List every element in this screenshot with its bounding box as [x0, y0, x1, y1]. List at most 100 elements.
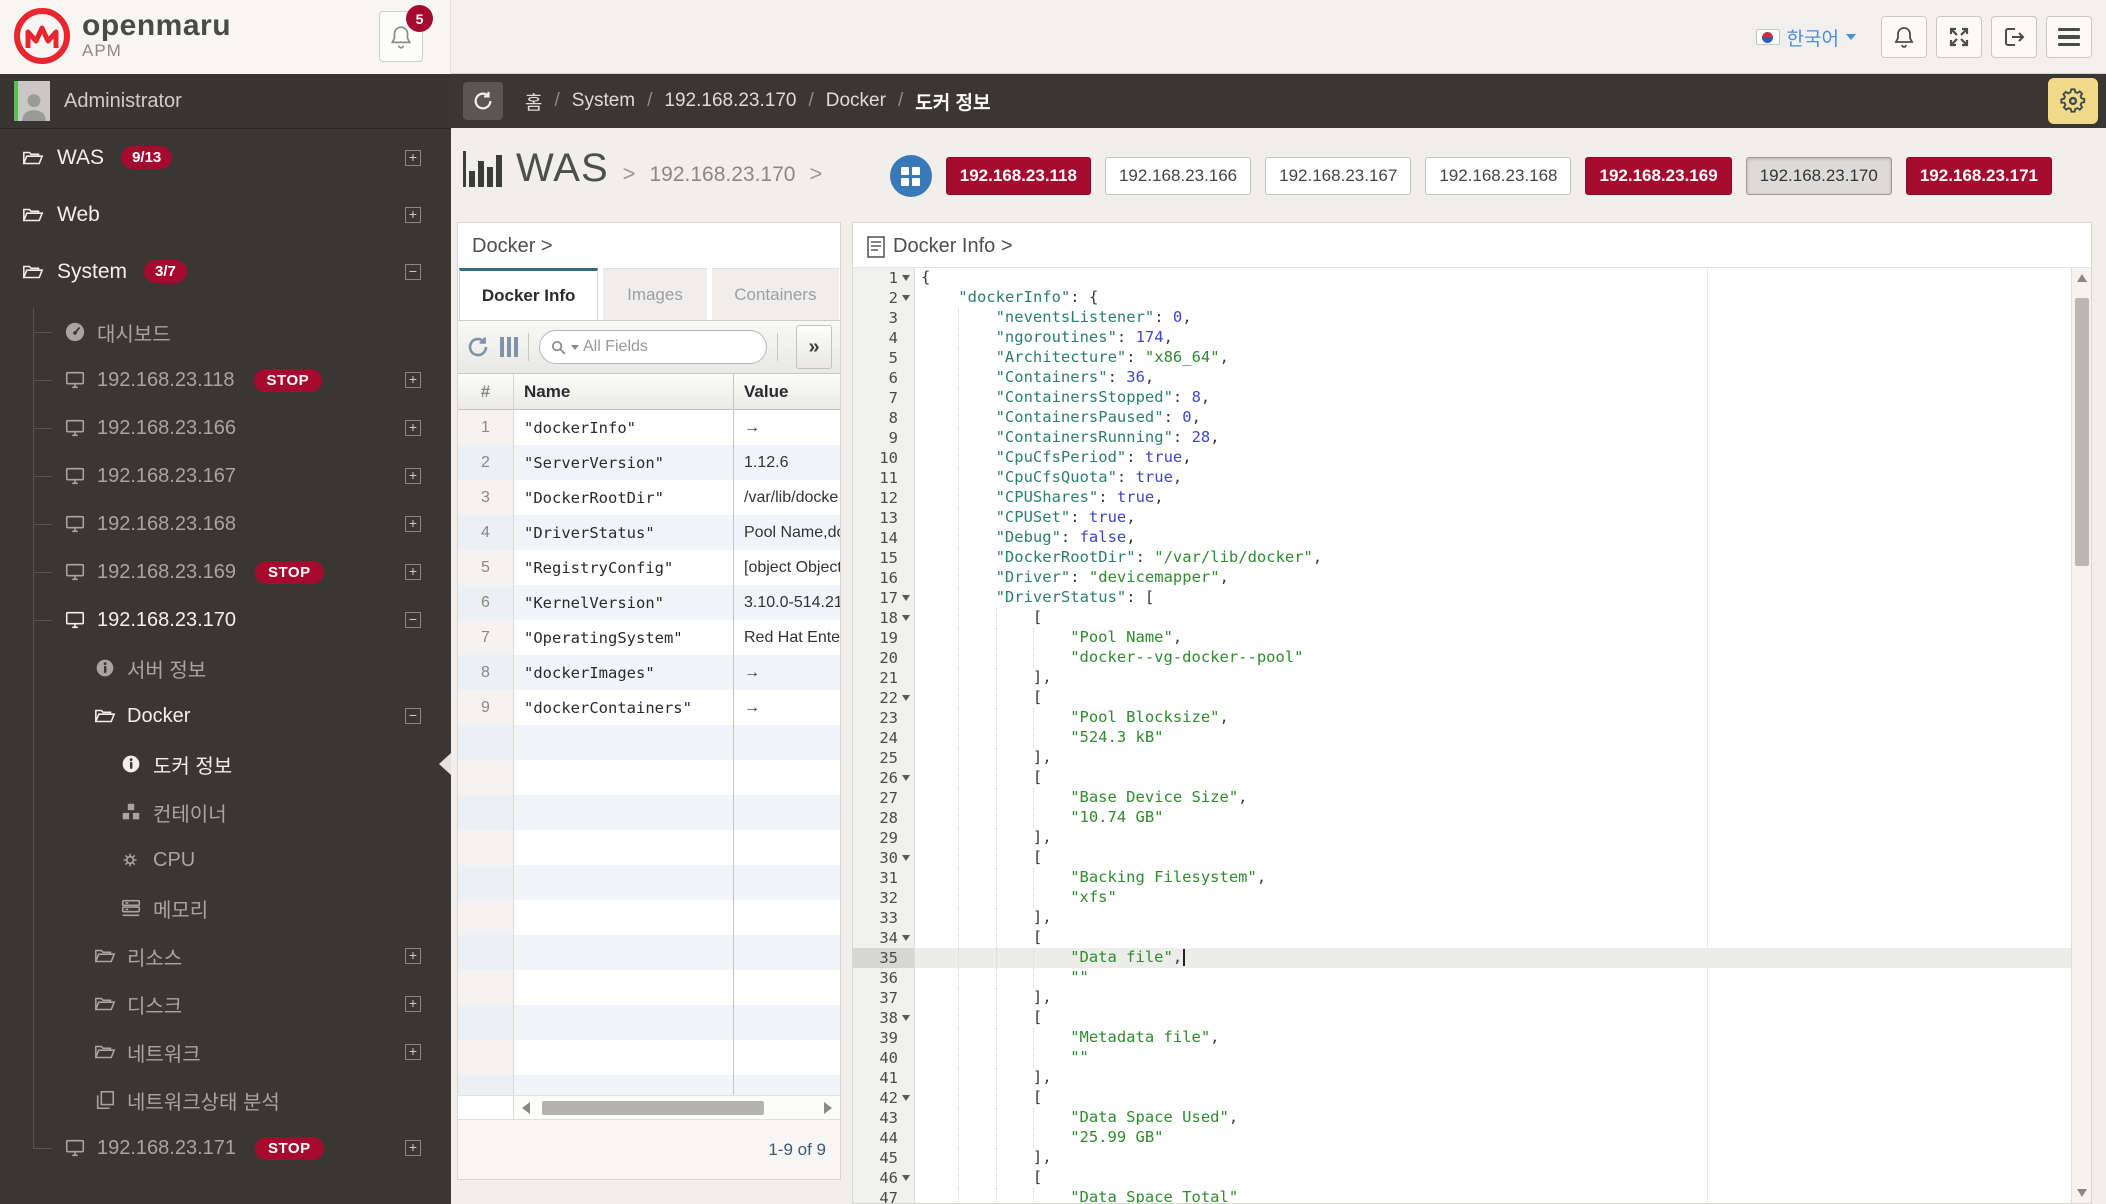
fold-arrow-icon[interactable]: [898, 1175, 914, 1181]
sidebar-item-was[interactable]: WAS 9/13 +: [0, 129, 451, 186]
sidebar-item-192.168.23.168[interactable]: 192.168.23.168 +: [0, 500, 451, 548]
fullscreen-button[interactable]: [1936, 16, 1982, 58]
code-line[interactable]: "xfs": [915, 888, 2071, 908]
fold-arrow-icon[interactable]: [898, 595, 914, 601]
scroll-up-icon[interactable]: [2077, 274, 2087, 282]
sidebar-item-192.168.23.171[interactable]: 192.168.23.171 STOP +: [0, 1124, 451, 1172]
code-line[interactable]: [: [915, 688, 2071, 708]
language-selector[interactable]: 한국어: [1755, 24, 1856, 51]
code-line[interactable]: "ContainersStopped": 8,: [915, 388, 2071, 408]
code-line[interactable]: "Base Device Size",: [915, 788, 2071, 808]
collapse-minus-icon[interactable]: −: [405, 263, 421, 280]
scroll-right-icon[interactable]: [824, 1101, 832, 1114]
server-button-192.168.23.169[interactable]: 192.168.23.169: [1585, 157, 1732, 195]
sidebar-item-192.168.23.166[interactable]: 192.168.23.166 +: [0, 404, 451, 452]
expand-plus-icon[interactable]: +: [405, 206, 421, 223]
server-button-192.168.23.171[interactable]: 192.168.23.171: [1905, 157, 2052, 195]
sidebar-item-192.168.23.167[interactable]: 192.168.23.167 +: [0, 452, 451, 500]
expand-plus-icon[interactable]: +: [405, 420, 421, 436]
sidebar-item-서버-정보[interactable]: 서버 정보: [0, 644, 451, 692]
expand-plus-icon[interactable]: +: [405, 516, 421, 532]
tab-images[interactable]: Images: [603, 268, 707, 320]
breadcrumb-item[interactable]: System: [572, 90, 635, 112]
columns-button[interactable]: [500, 337, 518, 357]
expand-plus-icon[interactable]: +: [405, 149, 421, 166]
expand-plus-icon[interactable]: +: [405, 1140, 421, 1156]
breadcrumb-item[interactable]: 홈: [525, 88, 542, 115]
breadcrumb-item[interactable]: Docker: [826, 90, 886, 112]
table-row[interactable]: 3 "DockerRootDir" /var/lib/docke: [458, 480, 840, 515]
tab-containers[interactable]: Containers: [711, 268, 839, 320]
grid-refresh-button[interactable]: [466, 335, 490, 359]
table-row[interactable]: 9 "dockerContainers" →: [458, 690, 840, 725]
expand-plus-icon[interactable]: +: [405, 996, 421, 1012]
code-line[interactable]: {: [915, 268, 2071, 288]
code-line[interactable]: "ContainersPaused": 0,: [915, 408, 2071, 428]
fold-arrow-icon[interactable]: [898, 935, 914, 941]
sidebar-item-리소스[interactable]: 리소스 +: [0, 932, 451, 980]
user-profile[interactable]: Administrator: [0, 74, 451, 129]
code-line[interactable]: [: [915, 608, 2071, 628]
expand-plus-icon[interactable]: +: [405, 468, 421, 484]
fold-arrow-icon[interactable]: [898, 1095, 914, 1101]
code-line[interactable]: "CpuCfsQuota": true,: [915, 468, 2071, 488]
expand-plus-icon[interactable]: +: [405, 564, 421, 580]
search-box[interactable]: [539, 330, 767, 364]
fold-arrow-icon[interactable]: [898, 695, 914, 701]
column-header-Value[interactable]: Value: [734, 374, 840, 409]
vscroll-thumb[interactable]: [2075, 298, 2089, 566]
code-line[interactable]: "docker--vg-docker--pool": [915, 648, 2071, 668]
hscroll-track[interactable]: [538, 1100, 824, 1115]
fold-arrow-icon[interactable]: [898, 615, 914, 621]
sidebar-item-192.168.23.170[interactable]: 192.168.23.170 −: [0, 596, 451, 644]
server-button-192.168.23.166[interactable]: 192.168.23.166: [1104, 157, 1252, 195]
code-line[interactable]: "Data file",: [915, 948, 2071, 968]
sidebar-item-docker[interactable]: Docker −: [0, 692, 451, 740]
fold-arrow-icon[interactable]: [898, 295, 914, 301]
fold-arrow-icon[interactable]: [898, 775, 914, 781]
code-line[interactable]: "10.74 GB": [915, 808, 2071, 828]
code-line[interactable]: "Pool Blocksize",: [915, 708, 2071, 728]
table-row[interactable]: 4 "DriverStatus" Pool Name,do: [458, 515, 840, 550]
code-line[interactable]: ],: [915, 1148, 2071, 1168]
code-line[interactable]: [: [915, 768, 2071, 788]
server-button-192.168.23.167[interactable]: 192.168.23.167: [1265, 157, 1412, 195]
logout-button[interactable]: [1991, 16, 2037, 58]
sidebar-item-네트워크상태-분석[interactable]: 네트워크상태 분석: [0, 1076, 451, 1124]
code-line[interactable]: [: [915, 928, 2071, 948]
code-line[interactable]: ],: [915, 668, 2071, 688]
logo[interactable]: openmaru APM: [14, 8, 231, 64]
code-line[interactable]: "": [915, 968, 2071, 988]
code-line[interactable]: ],: [915, 908, 2071, 928]
sidebar-item-192.168.23.118[interactable]: 192.168.23.118 STOP +: [0, 356, 451, 404]
sidebar-item-192.168.23.169[interactable]: 192.168.23.169 STOP +: [0, 548, 451, 596]
code-line[interactable]: "dockerInfo": {: [915, 288, 2071, 308]
code-line[interactable]: "Debug": false,: [915, 528, 2071, 548]
fold-arrow-icon[interactable]: [898, 1015, 914, 1021]
code-line[interactable]: "Architecture": "x86_64",: [915, 348, 2071, 368]
alerts-button[interactable]: [1881, 16, 1927, 58]
code-line[interactable]: "": [915, 1048, 2071, 1068]
sidebar-item-메모리[interactable]: 메모리: [0, 884, 451, 932]
code-line[interactable]: "DockerRootDir": "/var/lib/docker",: [915, 548, 2071, 568]
more-columns-button[interactable]: »: [796, 325, 832, 369]
code-line[interactable]: "CPUShares": true,: [915, 488, 2071, 508]
table-row[interactable]: 8 "dockerImages" →: [458, 655, 840, 690]
code-line[interactable]: "25.99 GB": [915, 1128, 2071, 1148]
json-editor[interactable]: 1 2 3 4 5 6 7 8 9 10 11 12 13 14 15 16 17 18 19 20 21 22 23 24 2…: [853, 267, 2091, 1203]
code-line[interactable]: ],: [915, 748, 2071, 768]
table-row[interactable]: 7 "OperatingSystem" Red Hat Enter: [458, 620, 840, 655]
scroll-down-icon[interactable]: [2077, 1189, 2087, 1197]
code-line[interactable]: [: [915, 1008, 2071, 1028]
scroll-left-icon[interactable]: [522, 1101, 530, 1114]
code-line[interactable]: "DriverStatus": [: [915, 588, 2071, 608]
fold-arrow-icon[interactable]: [898, 855, 914, 861]
code-line[interactable]: [: [915, 848, 2071, 868]
expand-plus-icon[interactable]: +: [405, 372, 421, 388]
code-line[interactable]: "524.3 kB": [915, 728, 2071, 748]
code-line[interactable]: ],: [915, 1068, 2071, 1088]
server-button-192.168.23.118[interactable]: 192.168.23.118: [945, 157, 1091, 195]
server-button-192.168.23.168[interactable]: 192.168.23.168: [1425, 157, 1572, 195]
collapse-minus-icon[interactable]: −: [405, 612, 421, 628]
vertical-scrollbar[interactable]: [2071, 268, 2091, 1203]
